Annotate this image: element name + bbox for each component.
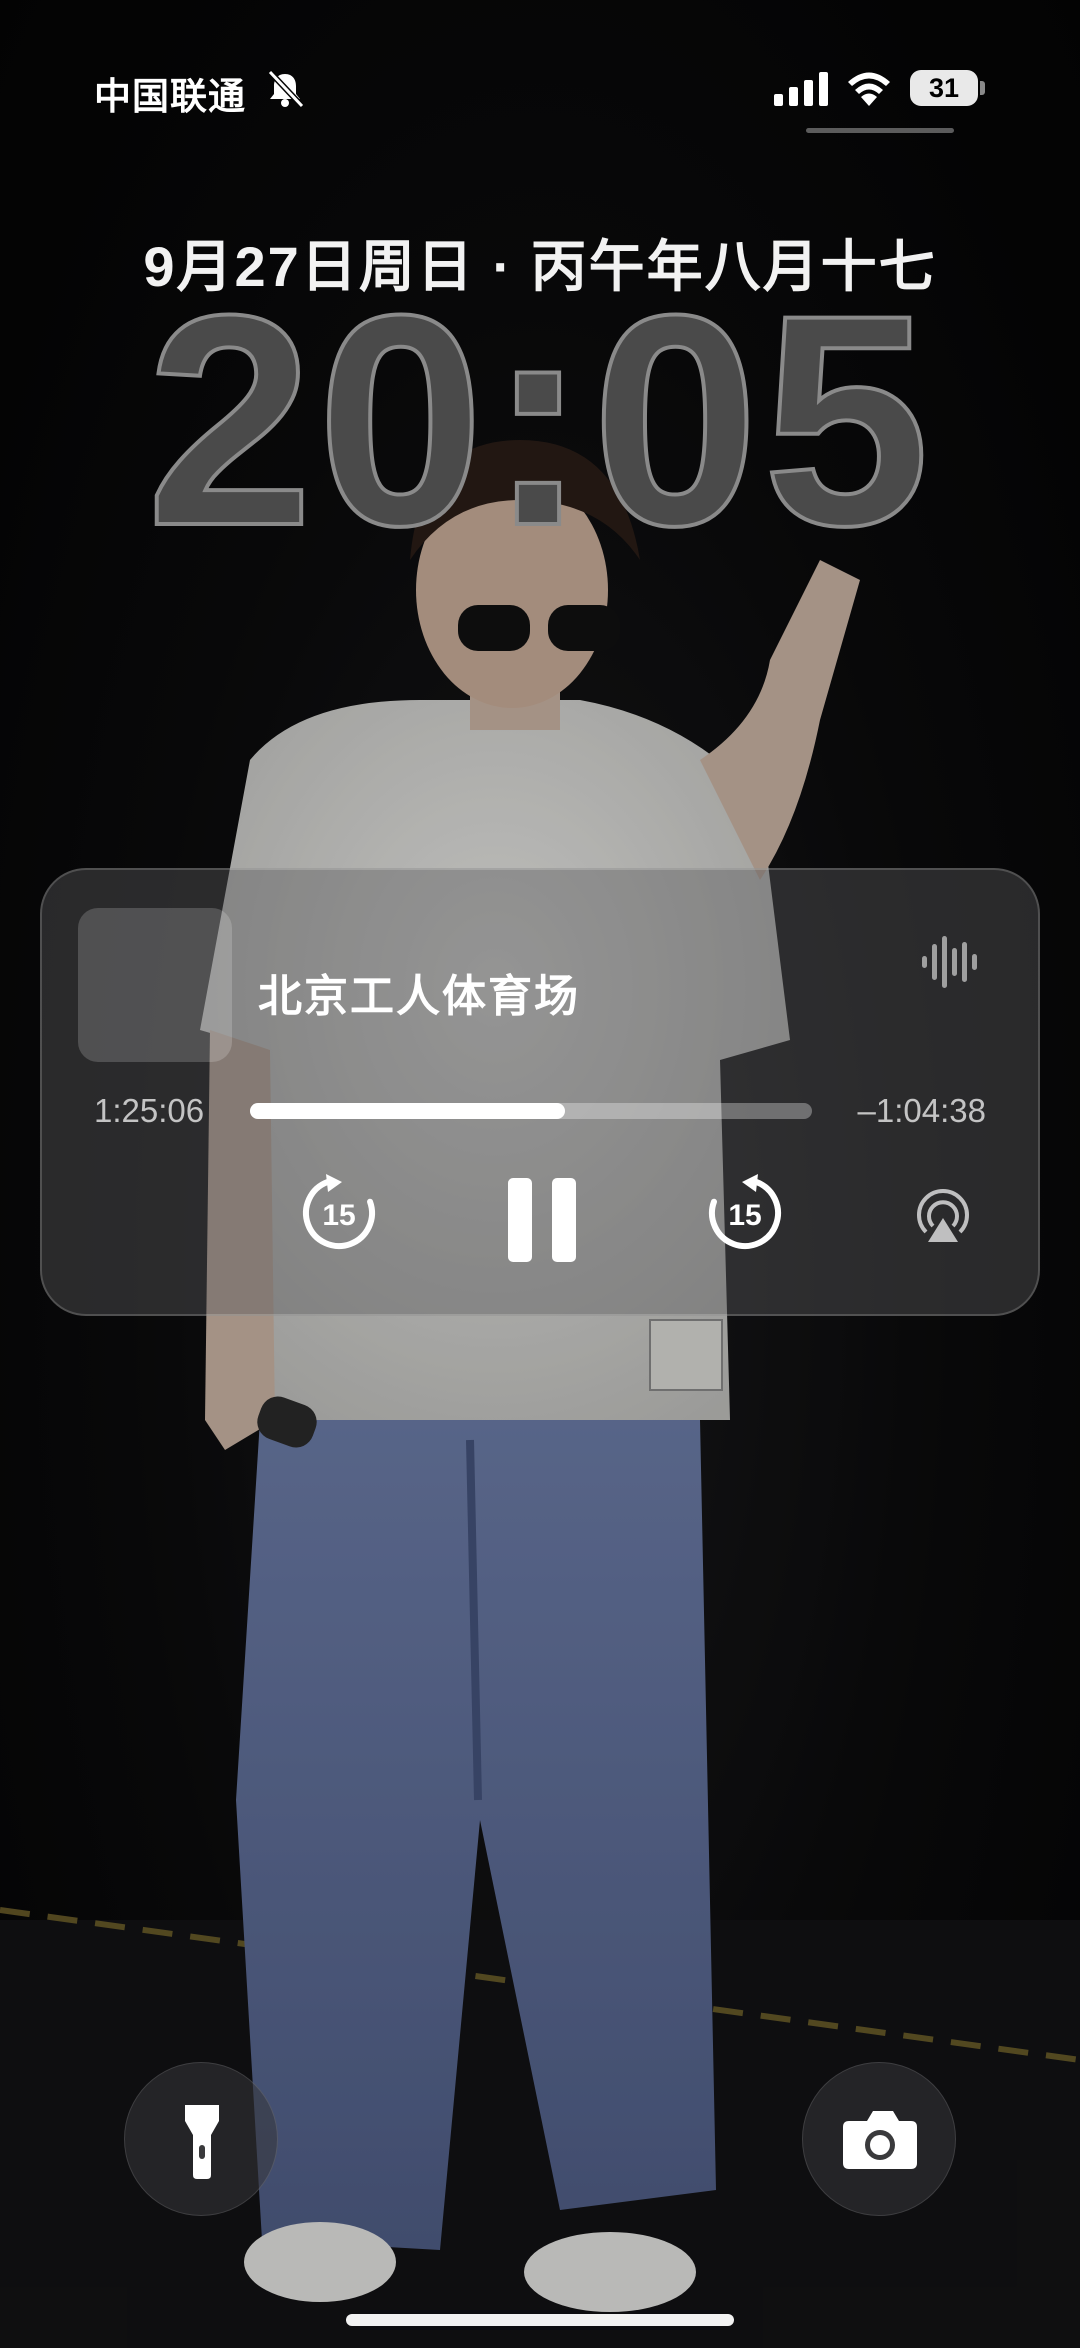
camera-icon bbox=[843, 2111, 917, 2169]
battery-icon: 31 bbox=[910, 70, 985, 106]
skip-forward-15-icon[interactable]: 15 bbox=[702, 1170, 788, 1256]
pause-button[interactable] bbox=[504, 1176, 580, 1264]
battery-level: 31 bbox=[928, 73, 960, 103]
skip-back-seconds: 15 bbox=[322, 1199, 355, 1232]
status-underline bbox=[806, 128, 954, 133]
airplay-icon[interactable] bbox=[914, 1188, 972, 1246]
skip-back-15-icon[interactable]: 15 bbox=[296, 1170, 382, 1256]
status-bar: 中国联通 31 bbox=[0, 0, 1080, 140]
wifi-icon bbox=[848, 72, 890, 106]
bell-slash-icon bbox=[267, 69, 305, 109]
flashlight-icon bbox=[185, 2105, 219, 2179]
playback-progress bbox=[250, 1103, 565, 1119]
elapsed-time: 1:25:06 bbox=[94, 1092, 205, 1129]
album-artwork[interactable] bbox=[78, 908, 232, 1062]
home-indicator[interactable] bbox=[346, 2314, 734, 2326]
camera-button[interactable] bbox=[802, 2062, 956, 2216]
skip-forward-seconds: 15 bbox=[728, 1199, 761, 1232]
now-playing-widget[interactable]: 北京工人体育场 1:25:06 –1:04:38 15 15 bbox=[40, 868, 1040, 1316]
track-title: 北京工人体育场 bbox=[258, 972, 580, 1021]
lock-clock: 20:05 bbox=[144, 252, 934, 588]
cellular-signal-icon bbox=[774, 72, 828, 106]
flashlight-button[interactable] bbox=[124, 2062, 278, 2216]
playback-scrubber[interactable] bbox=[250, 1103, 812, 1119]
waveform-icon bbox=[922, 936, 977, 988]
remaining-time: –1:04:38 bbox=[857, 1092, 986, 1129]
carrier-name: 中国联通 bbox=[94, 76, 246, 117]
